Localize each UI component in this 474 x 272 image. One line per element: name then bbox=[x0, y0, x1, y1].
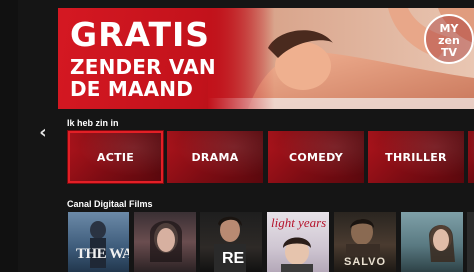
film-poster[interactable]: THE WALL bbox=[68, 212, 129, 272]
banner-headline: GRATIS bbox=[70, 15, 211, 54]
promo-banner[interactable]: GRATIS ZENDER VAN DE MAAND bbox=[58, 8, 474, 109]
film-poster[interactable] bbox=[401, 212, 463, 272]
genre-label: DRAMA bbox=[191, 150, 239, 164]
banner-subline-1: ZENDER VAN bbox=[70, 55, 216, 79]
banner-headline-block: GRATIS ZENDER VAN DE MAAND bbox=[70, 18, 280, 100]
genre-tile-drama[interactable]: DRAMA bbox=[167, 131, 263, 183]
genre-label: THRILLER bbox=[385, 150, 447, 164]
genre-label: ACTIE bbox=[96, 150, 135, 164]
poster-title: light years bbox=[271, 215, 327, 230]
genre-tile-comedy[interactable]: COMEDY bbox=[268, 131, 364, 183]
film-poster[interactable] bbox=[134, 212, 196, 272]
film-poster-partial[interactable] bbox=[467, 212, 474, 272]
genre-tile-partial[interactable] bbox=[468, 131, 474, 183]
genre-tile-thriller[interactable]: THRILLER bbox=[368, 131, 464, 183]
banner-subline-2: DE MAAND bbox=[70, 77, 194, 101]
poster-title: THE WALL bbox=[76, 246, 129, 262]
films-section-title: Canal Digitaal Films bbox=[67, 199, 153, 209]
chevron-left-icon[interactable]: ‹ bbox=[36, 124, 50, 142]
poster-title: SALVO bbox=[344, 256, 387, 268]
genre-section-title: Ik heb zin in bbox=[67, 118, 119, 128]
logo-line-3: TV bbox=[440, 46, 458, 59]
poster-title: RE bbox=[222, 250, 245, 267]
poster-art bbox=[429, 225, 455, 262]
poster-art bbox=[150, 220, 182, 262]
poster-art bbox=[90, 221, 106, 268]
genre-tile-actie[interactable]: ACTIE bbox=[68, 131, 163, 183]
film-poster[interactable]: light years bbox=[267, 212, 329, 272]
film-poster[interactable]: SALVO bbox=[334, 212, 396, 272]
film-poster[interactable]: RE bbox=[200, 212, 262, 272]
myzen-tv-logo: MY zen TV bbox=[424, 14, 474, 64]
side-rail bbox=[0, 0, 18, 272]
genre-label: COMEDY bbox=[289, 150, 343, 164]
